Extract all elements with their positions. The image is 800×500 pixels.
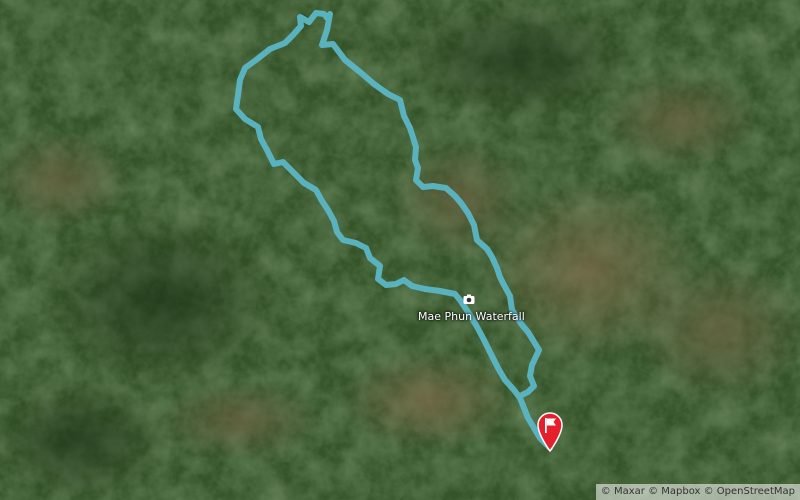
flag-icon[interactable] (534, 410, 566, 452)
poi-label-waterfall[interactable]: Mae Phun Waterfall (418, 310, 525, 323)
attribution-maxar-link[interactable]: © Maxar (601, 486, 645, 497)
attribution-mapbox-link[interactable]: © Mapbox (648, 486, 700, 497)
map-attribution: © Maxar © Mapbox © OpenStreetMap (595, 484, 800, 500)
camera-icon[interactable] (462, 292, 476, 306)
map-canvas (0, 0, 800, 500)
attribution-osm-link[interactable]: © OpenStreetMap (704, 486, 795, 497)
satellite-map[interactable]: Mae Phun Waterfall (0, 0, 800, 500)
